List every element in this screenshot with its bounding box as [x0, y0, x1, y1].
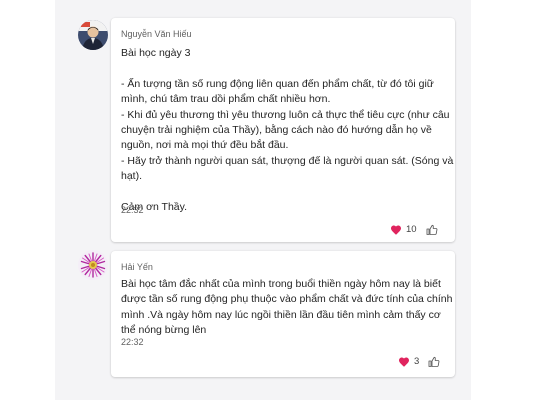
- reaction-bar: 10: [390, 221, 438, 237]
- message-line: mình .Và ngày hôm nay lúc ngồi thiền lần…: [121, 308, 441, 321]
- thumbs-up-icon[interactable]: [426, 223, 438, 235]
- avatar[interactable]: [78, 250, 108, 280]
- left-margin: [0, 0, 55, 400]
- thumbs-up-icon[interactable]: [428, 355, 440, 367]
- message-line: - Ấn tượng tần số rung động liên quan đế…: [121, 77, 434, 90]
- message-line: hạt).: [121, 170, 143, 183]
- message-line: thể nóng bừng lên: [121, 324, 207, 337]
- message-body: Bài học ngày 3 - Ấn tượng tần số rung độ…: [121, 46, 453, 215]
- message-line: chuyện trải nghiệm của Thầy), bằng cách …: [121, 123, 432, 136]
- timestamp: 22:32: [121, 337, 144, 347]
- reaction-count: 3: [414, 355, 420, 367]
- message-line: được tần số rung động phụ thuộc vào phẩm…: [121, 293, 453, 306]
- message-line: Cảm ơn Thầy.: [121, 200, 188, 213]
- timestamp: 22:32: [121, 205, 144, 215]
- avatar[interactable]: [78, 20, 108, 50]
- message-line: Bài học tâm đắc nhất của mình trong buổi…: [121, 278, 441, 290]
- reaction-count: 10: [406, 223, 417, 235]
- sender-name: Hải Yến: [121, 262, 153, 272]
- message-card: Hải Yến Bài học tâm đắc nhất của mình tr…: [111, 251, 455, 377]
- heart-icon[interactable]: [390, 223, 402, 235]
- message-line: Bài học ngày 3: [121, 47, 191, 59]
- heart-icon[interactable]: [398, 355, 410, 367]
- sender-name: Nguyễn Văn Hiếu: [121, 29, 192, 39]
- message-line: nguồn, nơi mà mọi thứ đều bắt đầu.: [121, 139, 289, 152]
- message-line: mình, chú tâm trau dồi phẩm chất nhiều h…: [121, 93, 331, 106]
- message-line: - Khi đủ yêu thương thì yêu thương luôn …: [121, 108, 450, 121]
- message-card: Nguyễn Văn Hiếu Bài học ngày 3 - Ấn tượn…: [111, 18, 455, 242]
- reaction-bar: 3: [398, 353, 440, 369]
- right-margin: [471, 0, 533, 400]
- message-body: Bài học tâm đắc nhất của mình trong buổi…: [121, 277, 453, 339]
- message-line: - Hãy trở thành người quan sát, thượng đ…: [121, 154, 454, 167]
